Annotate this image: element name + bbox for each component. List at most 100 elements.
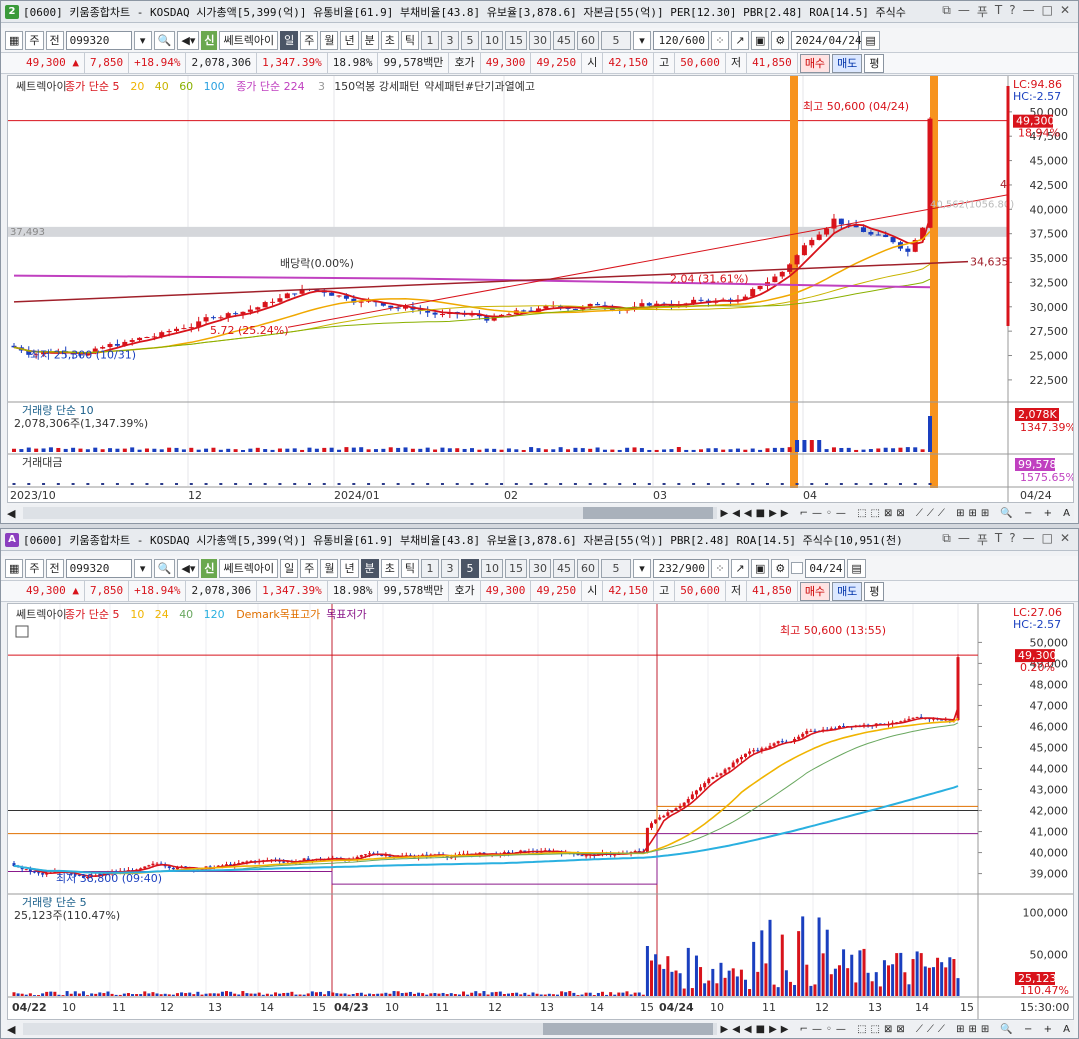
bar-count-input[interactable]: 120/600 [652, 30, 709, 50]
gear-icon[interactable]: ⚙ [771, 558, 790, 578]
link-icon[interactable]: ⧉ [942, 531, 951, 548]
interval-3[interactable]: 3 [440, 30, 459, 50]
layout-icon[interactable]: ▦ [5, 558, 24, 578]
type-select[interactable]: 주 [25, 30, 44, 50]
tab-second[interactable]: 초 [380, 558, 399, 578]
mode-select[interactable]: 전 [45, 30, 64, 50]
dropdown-icon[interactable]: ▾ [133, 30, 152, 50]
scroll-left-icon[interactable]: ◀ [7, 1023, 19, 1036]
minus-icon[interactable]: — [958, 3, 970, 20]
tab-tick[interactable]: 틱 [400, 30, 419, 50]
tab-day[interactable]: 일 [280, 30, 299, 50]
interval-3[interactable]: 3 [440, 558, 459, 578]
pin-icon[interactable]: 푸 [977, 3, 988, 20]
gear-icon[interactable]: ⚙ [771, 30, 790, 50]
interval-5[interactable]: 5 [460, 30, 479, 50]
chart-area-bottom[interactable]: 50,000 49,000 48,000 47,000 46,000 45,000 44,0… [7, 603, 1074, 1020]
tab-year[interactable]: 년 [340, 558, 359, 578]
chart-tool-icon[interactable]: ↗ [730, 30, 749, 50]
interval-10[interactable]: 10 [480, 558, 503, 578]
maximize-button[interactable]: □ [1042, 3, 1053, 20]
minus-icon[interactable]: — [958, 531, 970, 548]
type-select[interactable]: 주 [25, 558, 44, 578]
pin-icon[interactable]: 푸 [977, 531, 988, 548]
save-icon[interactable]: ▣ [750, 30, 770, 50]
dropdown-icon[interactable]: ▾ [632, 558, 651, 578]
date-input[interactable]: 04/24 [805, 558, 846, 578]
buy-button[interactable]: 매수 [799, 581, 831, 601]
dropdown-icon[interactable]: ▾ [632, 30, 651, 50]
stock-name[interactable]: 쎄트렉아이 [219, 558, 279, 578]
interval-15[interactable]: 15 [504, 30, 527, 50]
candle-body [674, 808, 678, 811]
tab-month[interactable]: 월 [320, 30, 339, 50]
help-icon[interactable]: ? [1009, 531, 1015, 548]
sell-button[interactable]: 매도 [832, 581, 863, 601]
tab-minute[interactable]: 분 [360, 558, 379, 578]
buy-button[interactable]: 매수 [799, 53, 831, 73]
speaker-icon[interactable]: ◀▾ [177, 558, 200, 578]
search-icon[interactable]: 🔍 [153, 30, 176, 50]
layout-icon[interactable]: ▦ [5, 30, 24, 50]
text-icon[interactable]: T [995, 531, 1002, 548]
interval-60[interactable]: 60 [576, 30, 599, 50]
mode-select[interactable]: 전 [45, 558, 64, 578]
scroll-left-icon[interactable]: ◀ [7, 507, 19, 520]
calendar-icon[interactable]: ▤ [847, 558, 866, 578]
tab-tick[interactable]: 틱 [400, 558, 419, 578]
interval-60[interactable]: 60 [576, 558, 599, 578]
tab-month[interactable]: 월 [320, 558, 339, 578]
avg-button[interactable]: 평 [864, 581, 885, 601]
calendar-icon[interactable]: ▤ [861, 30, 880, 50]
tab-second[interactable]: 초 [380, 30, 399, 50]
stock-code-input[interactable]: 099320 [65, 30, 132, 50]
tab-year[interactable]: 년 [340, 30, 359, 50]
play-controls[interactable]: ▶◀◀■▶▶ ⌐—◦— ⬚⬚⊠⊠ ⟋⟋⟋ ⊞⊞⊞ 🔍 − + A [721, 1024, 1074, 1035]
interval-select[interactable]: 5 [600, 30, 631, 50]
interval-45[interactable]: 45 [552, 30, 575, 50]
maximize-button[interactable]: □ [1042, 531, 1053, 548]
speaker-icon[interactable]: ◀▾ [177, 30, 200, 50]
interval-30[interactable]: 30 [528, 30, 551, 50]
date-input[interactable]: 2024/04/24 [791, 30, 862, 50]
stock-name[interactable]: 쎄트렉아이 [219, 30, 279, 50]
interval-1[interactable]: 1 [420, 30, 439, 50]
tab-week[interactable]: 주 [300, 30, 319, 50]
minimize-button[interactable]: — [1023, 3, 1035, 20]
interval-select[interactable]: 5 [600, 558, 631, 578]
tab-day[interactable]: 일 [280, 558, 299, 578]
chart-tool-icon[interactable]: ↗ [730, 558, 749, 578]
grid-icon[interactable]: ⁘ [710, 30, 729, 50]
minute-chart[interactable]: 50,00049,00048,00047,00046,00045,00044,0… [8, 604, 1073, 1019]
text-icon[interactable]: T [995, 3, 1002, 20]
dropdown-icon[interactable]: ▾ [133, 558, 152, 578]
tab-minute[interactable]: 분 [360, 30, 379, 50]
chart-area-top[interactable]: 50,000 47,500 45,000 42,500 40,000 37,500 35,0… [7, 75, 1076, 503]
grid-icon[interactable]: ⁘ [710, 558, 729, 578]
search-icon[interactable]: 🔍 [153, 558, 176, 578]
close-button[interactable]: ✕ [1060, 531, 1070, 548]
volume-bar [418, 448, 423, 452]
scroll-bar-top[interactable]: ◀ ▶◀◀■▶▶ ⌐—◦— ⬚⬚⊠⊠ ⟋⟋⟋ ⊞⊞⊞ 🔍 − + A [7, 505, 1074, 521]
interval-5[interactable]: 5 [460, 558, 479, 578]
interval-10[interactable]: 10 [480, 30, 503, 50]
link-icon[interactable]: ⧉ [942, 3, 951, 20]
interval-30[interactable]: 30 [528, 558, 551, 578]
volume-bar [286, 992, 290, 996]
interval-45[interactable]: 45 [552, 558, 575, 578]
help-icon[interactable]: ? [1009, 3, 1015, 20]
avg-button[interactable]: 평 [864, 53, 885, 73]
save-icon[interactable]: ▣ [750, 558, 770, 578]
checkbox[interactable] [791, 562, 804, 574]
daily-chart[interactable]: 50,00047,50045,00042,50040,00037,50035,0… [8, 76, 1076, 502]
play-controls[interactable]: ▶◀◀■▶▶ ⌐—◦— ⬚⬚⊠⊠ ⟋⟋⟋ ⊞⊞⊞ 🔍 − + A [721, 508, 1074, 519]
close-button[interactable]: ✕ [1060, 3, 1070, 20]
sell-button[interactable]: 매도 [832, 53, 863, 73]
stock-code-input[interactable]: 099320 [65, 558, 132, 578]
scroll-bar-bottom[interactable]: ◀ ▶◀◀■▶▶ ⌐—◦— ⬚⬚⊠⊠ ⟋⟋⟋ ⊞⊞⊞ 🔍 − + A [7, 1021, 1074, 1037]
tab-week[interactable]: 주 [300, 558, 319, 578]
interval-1[interactable]: 1 [420, 558, 439, 578]
interval-15[interactable]: 15 [504, 558, 527, 578]
minimize-button[interactable]: — [1023, 531, 1035, 548]
bar-count-input[interactable]: 232/900 [652, 558, 709, 578]
